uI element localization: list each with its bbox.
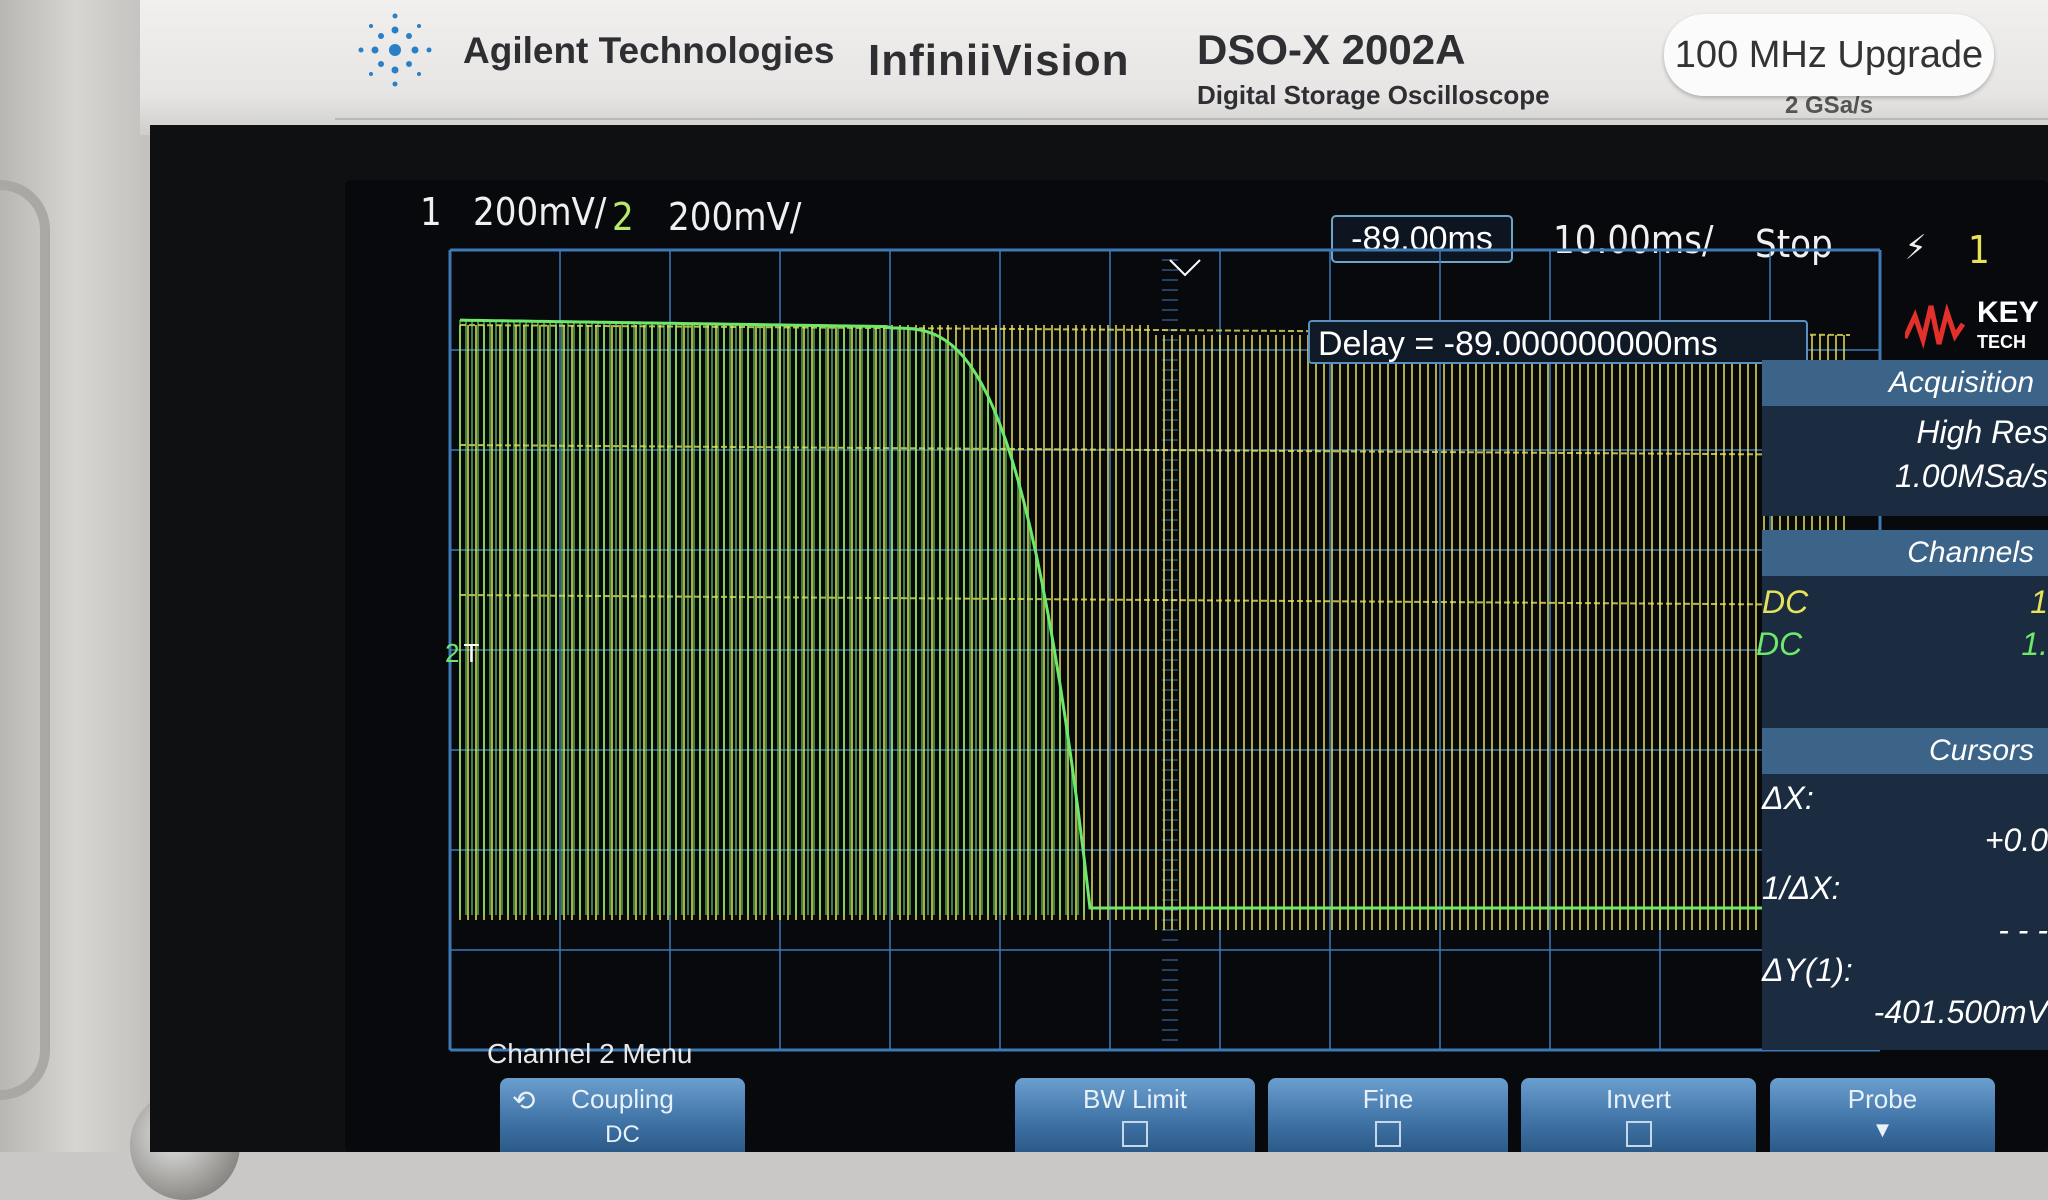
probe-label: Probe — [1847, 1084, 1918, 1114]
channel1-value: 1 — [2030, 584, 2048, 620]
ground-reference-marker[interactable]: 2T — [445, 638, 479, 669]
checkbox-icon — [1122, 1121, 1148, 1147]
dy-value: -401.500mV — [1873, 994, 2048, 1030]
coupling-value: DC — [605, 1121, 640, 1148]
cursors-panel: ΔX: +0.0 1/ΔX: - - - ΔY(1): -401.500mV — [1762, 774, 2048, 1050]
agilent-spark-icon — [358, 13, 432, 87]
dy-label: ΔY(1): — [1762, 952, 1853, 988]
acquisition-mode: High Res — [1916, 414, 2048, 450]
trigger-source[interactable]: 1 — [1968, 228, 1990, 272]
channel2-scale[interactable]: 200mV/ — [668, 195, 801, 239]
checkbox-icon — [1375, 1121, 1401, 1147]
submenu-arrow-icon: ▼ — [1871, 1117, 1894, 1142]
model-name: DSO-X 2002A — [1197, 26, 1466, 73]
delay-readout: Delay = -89.000000000ms — [1308, 320, 1808, 364]
channels-header[interactable]: Channels — [1762, 530, 2048, 576]
info-sidebar: Acquisition High Res 1.00MSa/s Channels … — [1756, 275, 2048, 1050]
checkbox-icon — [1625, 1121, 1652, 1147]
channel1-trace — [459, 324, 1851, 930]
inverse-dx-value: - - - — [1998, 912, 2048, 948]
coupling-label: Coupling — [571, 1084, 674, 1114]
model-subtitle: Digital Storage Oscilloscope — [1197, 80, 1550, 110]
channel1-coupling: DC — [1762, 584, 1809, 620]
upgrade-badge: 100 MHz Upgrade — [1664, 14, 1994, 96]
acquisition-header[interactable]: Acquisition — [1762, 360, 2048, 406]
sample-rate-badge: 2 GSa/s — [1785, 92, 1874, 119]
edge-trigger-icon: ⚡ — [1905, 228, 1927, 268]
trigger-position-marker — [1169, 259, 1201, 277]
cursors-header[interactable]: Cursors — [1762, 728, 2048, 774]
acquisition-rate: 1.00MSa/s — [1895, 458, 2048, 494]
channel1-label[interactable]: 1 — [420, 190, 442, 234]
brand-name: Agilent Technologies — [463, 30, 835, 71]
channel1-scale[interactable]: 200mV/ — [473, 190, 606, 234]
acquisition-panel: High Res 1.00MSa/s — [1762, 406, 2048, 516]
fine-softkey[interactable]: Fine — [1268, 1078, 1508, 1152]
carry-handle — [0, 180, 50, 1100]
waveform-graticule — [448, 248, 1882, 1052]
dx-label: ΔX: — [1762, 780, 1814, 816]
series-name: InfiniiVision — [868, 36, 1130, 85]
inverse-dx-label: 1/ΔX: — [1762, 870, 1841, 906]
coupling-softkey[interactable]: ⟲ Coupling DC — [500, 1078, 745, 1152]
bw-limit-softkey[interactable]: BW Limit — [1015, 1078, 1255, 1152]
bw-limit-label: BW Limit — [1083, 1084, 1187, 1114]
invert-softkey[interactable]: Invert — [1521, 1078, 1756, 1152]
softkey-menu-title: Channel 2 Menu — [487, 1038, 693, 1069]
probe-softkey[interactable]: Probe ▼ — [1770, 1078, 1995, 1152]
rotate-icon: ⟲ — [512, 1085, 536, 1116]
channel2-value: 1. — [2021, 626, 2048, 662]
fine-label: Fine — [1362, 1084, 1414, 1114]
channel2-label[interactable]: 2 — [612, 195, 634, 239]
channel2-coupling: DC — [1756, 626, 1803, 662]
dx-value: +0.0 — [1984, 822, 2048, 858]
invert-label: Invert — [1605, 1084, 1672, 1114]
